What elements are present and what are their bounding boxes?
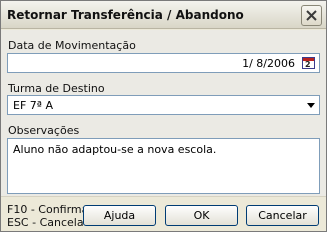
ok-button[interactable]: OK: [165, 205, 238, 226]
date-value: 1/ 8/2006: [242, 57, 295, 70]
observacoes-textarea[interactable]: Aluno não adaptou-se a nova escola.: [7, 138, 320, 194]
observacoes-label: Observações: [8, 124, 80, 137]
turma-destino-label: Turma de Destino: [8, 82, 105, 95]
data-movimentacao-label: Data de Movimentação: [8, 39, 136, 52]
hint-confirm: F10 - Confirma: [7, 203, 89, 216]
calendar-icon-text: 2: [305, 60, 311, 69]
chevron-down-icon[interactable]: [307, 103, 315, 108]
calendar-icon[interactable]: 2: [302, 57, 315, 69]
close-icon: [306, 10, 317, 21]
observacoes-value: Aluno não adaptou-se a nova escola.: [13, 143, 217, 156]
turma-destino-select[interactable]: EF 7ª A: [7, 95, 320, 115]
hint-cancel: ESC - Cancela: [7, 216, 84, 229]
title-bar: Retornar Transferência / Abandono: [1, 1, 326, 29]
cancel-button[interactable]: Cancelar: [246, 205, 319, 226]
dialog-body: Data de Movimentação 1/ 8/2006 2 Turma d…: [1, 30, 326, 196]
close-button[interactable]: [301, 5, 322, 26]
dialog-footer: F10 - Confirma ESC - Cancela Ajuda OK Ca…: [1, 196, 326, 231]
dialog-window: Retornar Transferência / Abandono Data d…: [0, 0, 327, 232]
window-title: Retornar Transferência / Abandono: [7, 8, 244, 22]
turma-destino-value: EF 7ª A: [13, 99, 53, 112]
help-button[interactable]: Ajuda: [83, 205, 156, 226]
data-movimentacao-field[interactable]: 1/ 8/2006 2: [7, 53, 320, 73]
